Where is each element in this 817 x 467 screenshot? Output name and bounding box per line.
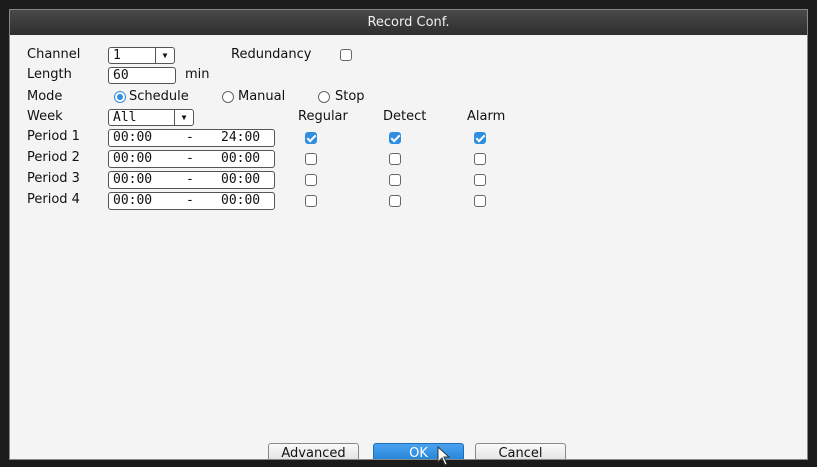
mode-schedule-radio[interactable] — [114, 91, 126, 103]
column-header-alarm: Alarm — [467, 109, 506, 124]
record-conf-dialog: Record Conf. Channel 1 ▼ Redundancy Leng… — [9, 9, 808, 460]
period-1-label: Period 1 — [27, 129, 80, 144]
mode-stop-label: Stop — [335, 89, 365, 104]
period-4-label: Period 4 — [27, 192, 80, 207]
period-2-detect-checkbox[interactable] — [389, 153, 401, 165]
period-2-start: 00:00 — [113, 151, 153, 166]
advanced-button[interactable]: Advanced — [268, 443, 359, 459]
period-4-start: 00:00 — [113, 193, 153, 208]
length-input[interactable]: 60 — [108, 67, 176, 84]
length-label: Length — [27, 67, 72, 82]
mouse-cursor-icon — [437, 446, 451, 466]
period-1-detect-checkbox[interactable] — [389, 132, 401, 144]
period-3-alarm-checkbox[interactable] — [474, 174, 486, 186]
week-value: All — [113, 110, 137, 125]
channel-value: 1 — [113, 48, 121, 63]
week-select[interactable]: All ▼ — [108, 109, 194, 126]
mode-manual-radio[interactable] — [222, 91, 234, 103]
period-1-alarm-checkbox[interactable] — [474, 132, 486, 144]
column-header-detect: Detect — [383, 109, 427, 124]
period-4-end: 00:00 — [221, 193, 261, 208]
chevron-down-icon: ▼ — [155, 48, 174, 63]
period-3-label: Period 3 — [27, 171, 80, 186]
cancel-button[interactable]: Cancel — [475, 443, 566, 459]
mode-manual-label: Manual — [238, 89, 286, 104]
channel-select[interactable]: 1 ▼ — [108, 47, 175, 64]
period-1-regular-checkbox[interactable] — [305, 132, 317, 144]
period-3-regular-checkbox[interactable] — [305, 174, 317, 186]
period-2-regular-checkbox[interactable] — [305, 153, 317, 165]
dialog-title: Record Conf. — [10, 10, 807, 35]
period-2-label: Period 2 — [27, 150, 80, 165]
length-unit: min — [185, 67, 210, 82]
period-3-detect-checkbox[interactable] — [389, 174, 401, 186]
mode-schedule-label: Schedule — [129, 89, 189, 104]
period-2-alarm-checkbox[interactable] — [474, 153, 486, 165]
mode-stop-radio[interactable] — [318, 91, 330, 103]
period-4-time-field[interactable]: 00:00 - 00:00 — [108, 192, 275, 210]
period-4-alarm-checkbox[interactable] — [474, 195, 486, 207]
period-3-separator: - — [186, 172, 194, 187]
redundancy-label: Redundancy — [231, 47, 312, 62]
period-1-separator: - — [186, 130, 194, 145]
period-1-end: 24:00 — [221, 130, 261, 145]
period-4-detect-checkbox[interactable] — [389, 195, 401, 207]
period-2-time-field[interactable]: 00:00 - 00:00 — [108, 150, 275, 168]
period-3-end: 00:00 — [221, 172, 261, 187]
period-2-end: 00:00 — [221, 151, 261, 166]
period-4-separator: - — [186, 193, 194, 208]
redundancy-checkbox[interactable] — [340, 49, 352, 61]
period-3-time-field[interactable]: 00:00 - 00:00 — [108, 171, 275, 189]
column-header-regular: Regular — [298, 109, 348, 124]
period-4-regular-checkbox[interactable] — [305, 195, 317, 207]
period-2-separator: - — [186, 151, 194, 166]
period-1-start: 00:00 — [113, 130, 153, 145]
chevron-down-icon: ▼ — [174, 110, 193, 125]
mode-label: Mode — [27, 89, 63, 104]
period-3-start: 00:00 — [113, 172, 153, 187]
week-label: Week — [27, 109, 63, 124]
channel-label: Channel — [27, 47, 81, 62]
period-1-time-field[interactable]: 00:00 - 24:00 — [108, 129, 275, 147]
